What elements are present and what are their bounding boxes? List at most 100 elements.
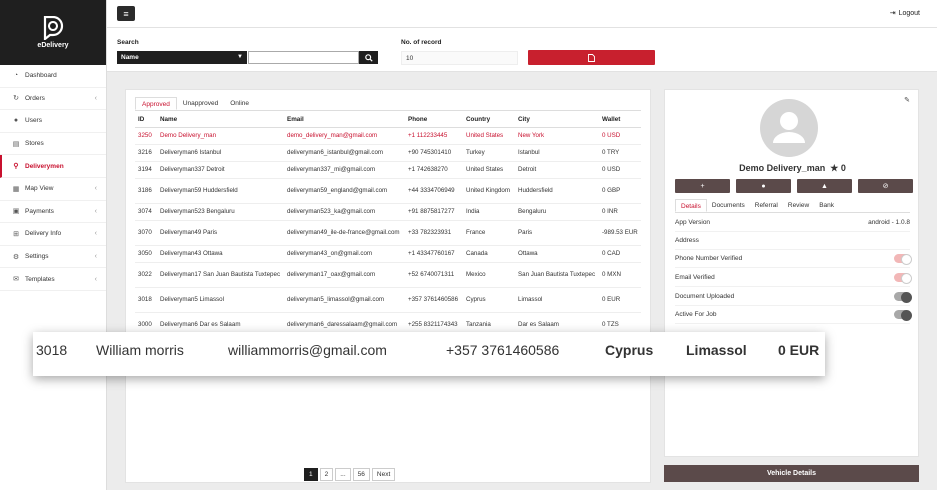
cell-city: San Juan Bautista Tuxtepec bbox=[515, 262, 599, 288]
search-field-select[interactable]: Name ▼ bbox=[117, 51, 247, 64]
pdf-file-icon bbox=[588, 53, 595, 62]
avatar bbox=[760, 99, 818, 157]
email-verified-toggle[interactable] bbox=[894, 273, 912, 284]
page-2-button[interactable]: 2 bbox=[319, 468, 334, 481]
search-input[interactable] bbox=[248, 51, 359, 64]
block-button[interactable]: ⊘ bbox=[858, 179, 913, 193]
table-row[interactable]: 3022 Deliveryman17 San Juan Bautista Tuxt… bbox=[135, 262, 641, 288]
menu-toggle-button[interactable]: ≡ bbox=[117, 6, 135, 21]
chat-button[interactable]: ● bbox=[736, 179, 791, 193]
cell-country: Cyprus bbox=[463, 287, 515, 313]
sidebar-item-orders[interactable]: ↻ Orders ‹ bbox=[0, 88, 106, 111]
page-56-button[interactable]: 56 bbox=[352, 468, 370, 481]
cell-name: Deliveryman17 San Juan Bautista Tuxtepec bbox=[157, 262, 284, 288]
search-button[interactable] bbox=[359, 51, 378, 64]
table-row[interactable]: 3018 Deliveryman5 Limassol deliveryman5_li… bbox=[135, 287, 641, 313]
sidebar-item-payments[interactable]: ▣ Payments ‹ bbox=[0, 201, 106, 224]
user-icon: ● bbox=[13, 117, 19, 125]
tab-divider bbox=[135, 110, 641, 111]
table-row[interactable]: 3194 Deliveryman337 Detroit deliveryman337… bbox=[135, 161, 641, 179]
cell-email: demo_delivery_man@gmail.com bbox=[284, 127, 405, 145]
cell-country: India bbox=[463, 203, 515, 221]
cell-phone: +44 3334706949 bbox=[405, 178, 463, 204]
cell-id: 3050 bbox=[135, 245, 157, 263]
sidebar-item-delivery-info[interactable]: ⊞ Delivery Info ‹ bbox=[0, 223, 106, 246]
cell-wallet: 0 INR bbox=[599, 203, 641, 221]
logout-link[interactable]: ⇥ Logout bbox=[890, 9, 920, 18]
pencil-icon[interactable]: ✎ bbox=[904, 96, 910, 104]
sidebar-item-deliverymen[interactable]: ⚲ Deliverymen bbox=[0, 155, 106, 178]
deliverymen-table-card: Approved Unapproved Online ID Name Email… bbox=[125, 89, 651, 483]
cell-name: Deliveryman337 Detroit bbox=[157, 161, 284, 179]
column-header[interactable]: City bbox=[515, 113, 599, 128]
document-uploaded-toggle[interactable] bbox=[894, 292, 912, 303]
cell-email: deliveryman43_on@gmail.com bbox=[284, 245, 405, 263]
star-icon: ★ bbox=[827, 163, 839, 173]
export-pdf-button[interactable] bbox=[528, 50, 655, 65]
cell-city: Paris bbox=[515, 220, 599, 246]
cell-city: Istanbul bbox=[515, 144, 599, 162]
cell-phone: +357 3761460586 bbox=[405, 287, 463, 313]
sidebar-item-label: Map View bbox=[25, 185, 54, 193]
cell-wallet: 0 MXN bbox=[599, 262, 641, 288]
column-header[interactable]: Phone bbox=[405, 113, 463, 128]
sidebar-item-dashboard[interactable]: ◔ Dashboard bbox=[0, 65, 106, 88]
cell-id: 3074 bbox=[135, 203, 157, 221]
sidebar-item-templates[interactable]: ✉ Templates ‹ bbox=[0, 268, 106, 291]
tab-approved[interactable]: Approved bbox=[135, 97, 177, 110]
cell-phone: +1 43347760167 bbox=[405, 245, 463, 263]
profile-actions: + ● ▲ ⊘ bbox=[675, 179, 913, 193]
table-row[interactable]: 3186 Deliveryman59 Huddersfield deliveryma… bbox=[135, 178, 641, 204]
column-header[interactable]: Wallet bbox=[599, 113, 641, 128]
cell-name: Deliveryman6 Istanbul bbox=[157, 144, 284, 162]
notification-button[interactable]: ▲ bbox=[797, 179, 852, 193]
sidebar-item-settings[interactable]: ⚙ Settings ‹ bbox=[0, 246, 106, 269]
user-silhouette-icon bbox=[773, 112, 805, 143]
pagination: 1 2 ... 56 Next bbox=[304, 468, 397, 481]
column-header[interactable]: ID bbox=[135, 113, 157, 128]
brand-logo[interactable]: eDelivery bbox=[0, 0, 106, 65]
phone-verified-toggle[interactable] bbox=[894, 254, 912, 265]
app-version-row: App Version android - 1.0.8 bbox=[675, 214, 910, 232]
tab-details[interactable]: Details bbox=[675, 199, 707, 212]
sidebar-item-stores[interactable]: ▤ Stores bbox=[0, 133, 106, 156]
email-verified-label: Email Verified bbox=[675, 274, 715, 281]
sidebar-item-map-view[interactable]: ▦ Map View ‹ bbox=[0, 178, 106, 201]
tab-unapproved[interactable]: Unapproved bbox=[177, 97, 224, 110]
vehicle-details-button[interactable]: Vehicle Details bbox=[664, 465, 919, 482]
table-row[interactable]: 3070 Deliveryman49 Paris deliveryman49_ile… bbox=[135, 220, 641, 246]
cell-city: Bengaluru bbox=[515, 203, 599, 221]
table-row[interactable]: 3250 Demo Delivery_man demo_delivery_man@g… bbox=[135, 127, 641, 145]
table-row[interactable]: 3216 Deliveryman6 Istanbul deliveryman6_is… bbox=[135, 144, 641, 162]
caret-down-icon: ▼ bbox=[237, 54, 243, 60]
next-page-button[interactable]: Next bbox=[371, 468, 396, 481]
records-input[interactable]: 10 bbox=[401, 51, 518, 65]
table-row[interactable]: 3074 Deliveryman523 Bengaluru deliveryman5… bbox=[135, 203, 641, 221]
sidebar-item-users[interactable]: ● Users bbox=[0, 110, 106, 133]
column-header[interactable]: Email bbox=[284, 113, 405, 128]
motorbike-icon: ⚲ bbox=[13, 163, 19, 171]
tab-review[interactable]: Review bbox=[783, 199, 814, 212]
document-uploaded-label: Document Uploaded bbox=[675, 293, 735, 300]
tab-online[interactable]: Online bbox=[224, 97, 255, 110]
cell-name: Deliveryman523 Bengaluru bbox=[157, 203, 284, 221]
tab-bank[interactable]: Bank bbox=[814, 199, 839, 212]
tab-referral[interactable]: Referral bbox=[750, 199, 783, 212]
map-icon: ▦ bbox=[12, 185, 20, 193]
cell-phone: +90 745301410 bbox=[405, 144, 463, 162]
cell-phone: +1 742638270 bbox=[405, 161, 463, 179]
cell-id: 3070 bbox=[135, 220, 157, 246]
app-version-value: android - 1.0.8 bbox=[868, 219, 910, 226]
table-row[interactable]: 3050 Deliveryman43 Ottawa deliveryman43_on… bbox=[135, 245, 641, 263]
column-header[interactable]: Country bbox=[463, 113, 515, 128]
active-for-job-row: Active For Job bbox=[675, 306, 912, 324]
logout-label: Logout bbox=[898, 9, 920, 17]
sidebar-item-label: Deliverymen bbox=[25, 162, 64, 170]
cell-name: Deliveryman43 Ottawa bbox=[157, 245, 284, 263]
column-header[interactable]: Name bbox=[157, 113, 284, 128]
add-button[interactable]: + bbox=[675, 179, 730, 193]
tab-documents[interactable]: Documents bbox=[707, 199, 750, 212]
profile-tabs: Details Documents Referral Review Bank bbox=[675, 199, 839, 212]
page-1-button[interactable]: 1 bbox=[304, 468, 318, 481]
active-for-job-toggle[interactable] bbox=[894, 310, 912, 321]
